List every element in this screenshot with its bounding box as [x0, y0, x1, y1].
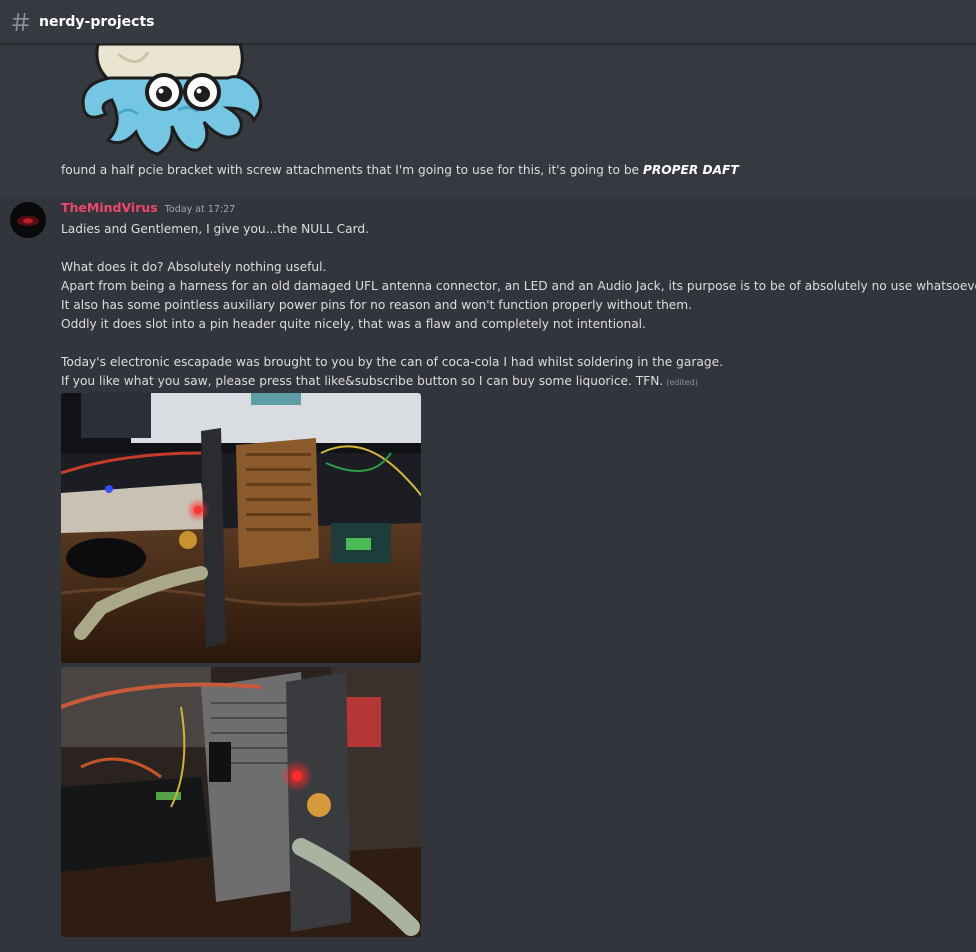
channel-name[interactable]: nerdy-projects — [39, 14, 155, 30]
image-attachment[interactable] — [61, 667, 421, 937]
message-text: found a half pcie bracket with screw att… — [61, 163, 739, 177]
message-line: Oddly it does slot into a pin header qui… — [61, 317, 646, 331]
author-name[interactable]: TheMindVirus — [61, 200, 158, 215]
hash-icon — [12, 12, 30, 31]
message-list: found a half pcie bracket with screw att… — [0, 44, 976, 952]
timestamp: Today at 17:27 — [164, 204, 236, 215]
message-line: Ladies and Gentlemen, I give you...the N… — [61, 222, 370, 236]
image-attachment[interactable] — [61, 393, 421, 663]
channel-header: nerdy-projects — [0, 0, 976, 44]
message-line: Today's electronic escapade was brought … — [61, 355, 723, 369]
message-line: It also has some pointless auxiliary pow… — [61, 298, 693, 312]
avatar[interactable] — [10, 202, 46, 238]
message-header: TheMindVirus Today at 17:27 — [61, 200, 235, 220]
octopus-glasses-sticker — [81, 44, 263, 156]
edited-label: (edited) — [666, 378, 698, 387]
message-line: Apart from being a harness for an old da… — [61, 279, 976, 293]
message-line: What does it do? Absolutely nothing usef… — [61, 260, 327, 274]
message-line: If you like what you saw, please press t… — [61, 374, 698, 388]
